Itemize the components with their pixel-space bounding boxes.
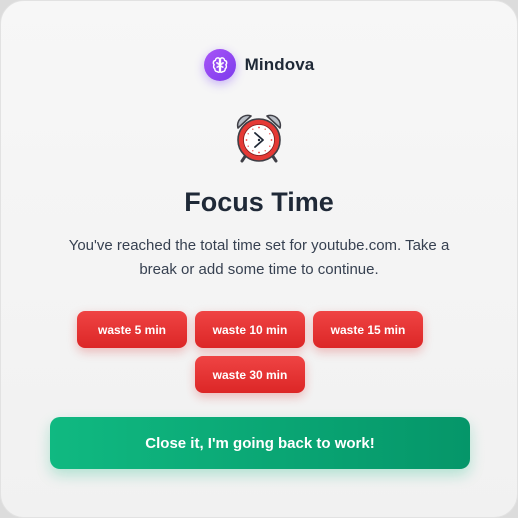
- brand-name: Mindova: [244, 55, 315, 74]
- block-card: Mindova Focus Time You've reached the to…: [0, 0, 518, 518]
- brain-icon: [203, 49, 236, 81]
- close-button[interactable]: Close it, I'm going back to work!: [50, 417, 470, 469]
- waste-30-min-button[interactable]: waste 30 min: [195, 356, 305, 393]
- waste-5-min-button[interactable]: waste 5 min: [77, 311, 187, 348]
- limit-message: You've reached the total time set for yo…: [68, 237, 450, 278]
- waste-10-min-button[interactable]: waste 10 min: [195, 311, 305, 348]
- brand: Mindova: [1, 49, 517, 81]
- alarm-clock-icon: [1, 111, 517, 165]
- waste-15-min-button[interactable]: waste 15 min: [313, 311, 423, 348]
- page-title: Focus Time: [184, 187, 334, 217]
